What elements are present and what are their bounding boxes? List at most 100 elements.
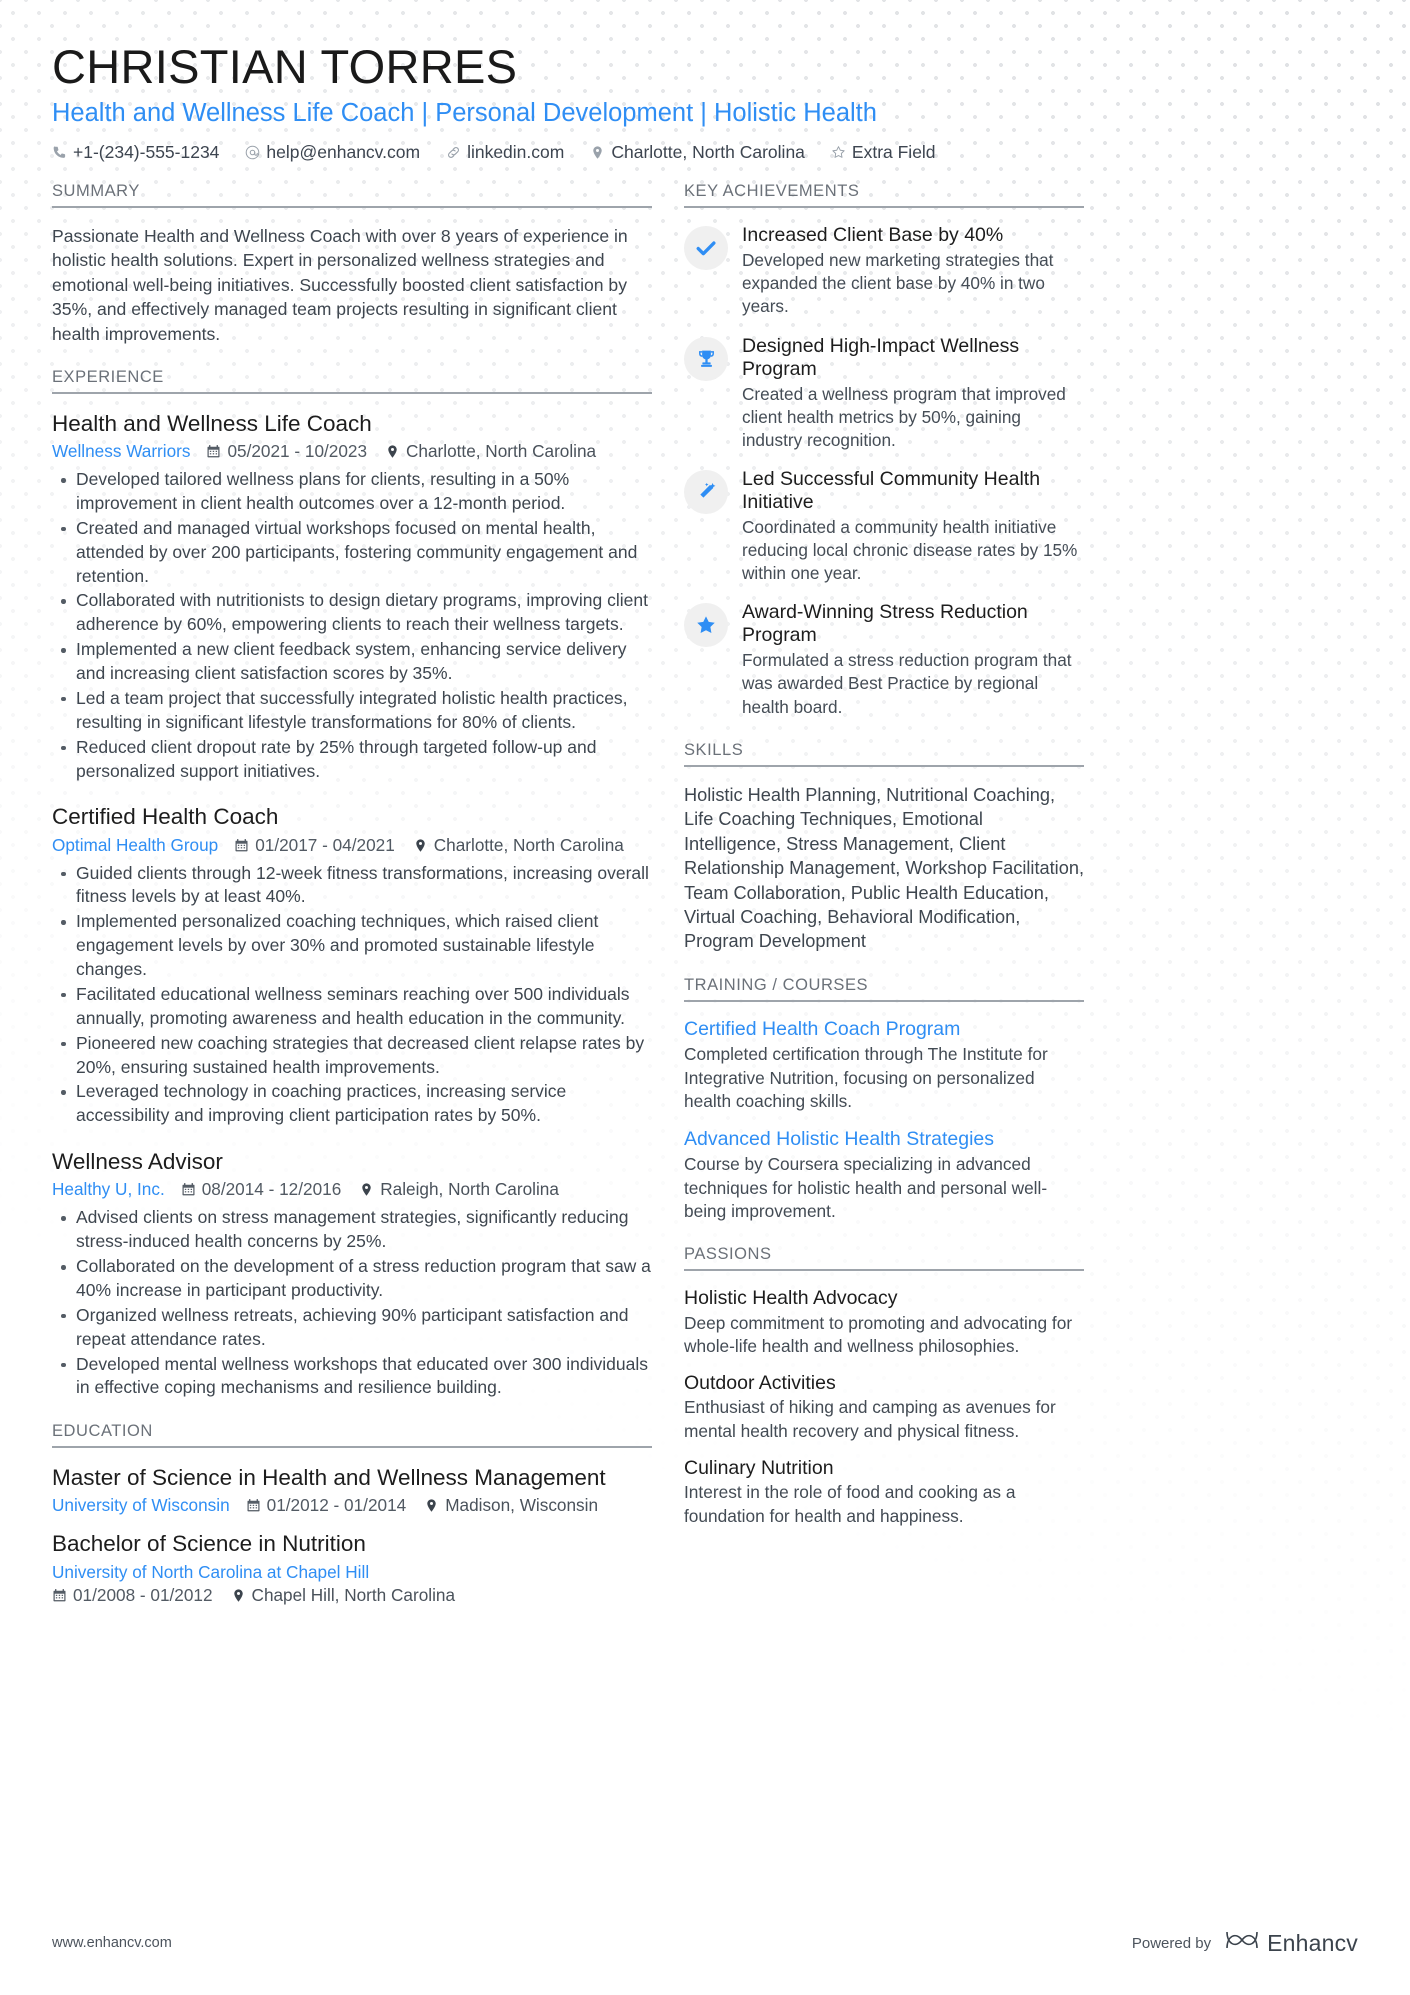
- job-bullet: Organized wellness retreats, achieving 9…: [54, 1304, 652, 1352]
- education-degree: Bachelor of Science in Nutrition: [52, 1531, 366, 1557]
- job-company[interactable]: Healthy U, Inc.: [52, 1179, 165, 1200]
- job-location-text: Charlotte, North Carolina: [406, 441, 597, 462]
- contact-text: +1-(234)-555-1234: [73, 142, 220, 163]
- job-title: Certified Health Coach: [52, 804, 279, 830]
- skills-text: Holistic Health Planning, Nutritional Co…: [684, 784, 1084, 952]
- passion-name: Culinary Nutrition: [684, 1456, 834, 1479]
- calendar-icon: [246, 1498, 261, 1513]
- job-dates: 05/2021 - 10/2023: [206, 441, 367, 462]
- contact-item-email[interactable]: help@enhancv.com: [245, 142, 420, 163]
- experience-section-title: EXPERIENCE: [52, 368, 652, 394]
- job-meta: Wellness Warriors 05/2021 - 10/2023 Charlo…: [52, 441, 652, 462]
- passions-section: PASSIONS Holistic Health Advocacy Deep co…: [684, 1245, 1084, 1528]
- job-bullet-list: Advised clients on stress management str…: [54, 1206, 652, 1400]
- job-bullet: Developed mental wellness workshops that…: [54, 1353, 652, 1401]
- job-bullet: Collaborated with nutritionists to desig…: [54, 589, 652, 637]
- job-bullet: Collaborated on the development of a str…: [54, 1255, 652, 1303]
- passions-section-title: PASSIONS: [684, 1245, 1084, 1272]
- experience-entry: Certified Health Coach Optimal Health Gro…: [52, 803, 652, 1128]
- key-achievements-list: Increased Client Base by 40% Developed ne…: [684, 224, 1084, 719]
- key-achievement-body: Led Successful Community Health Initiati…: [742, 468, 1084, 585]
- education-entry: Bachelor of Science in Nutrition Universi…: [52, 1530, 652, 1605]
- job-dates-text: 05/2021 - 10/2023: [227, 441, 368, 462]
- contact-item-link[interactable]: linkedin.com: [446, 142, 564, 163]
- training-course-description: Course by Coursera specializing in advan…: [684, 1154, 1048, 1221]
- job-location: Charlotte, North Carolina: [385, 441, 596, 462]
- contact-text: help@enhancv.com: [266, 142, 421, 163]
- contact-text: Charlotte, North Carolina: [611, 142, 805, 163]
- calendar-icon: [52, 1588, 67, 1603]
- footer-website-url[interactable]: www.enhancv.com: [52, 1935, 172, 1951]
- training-course-name[interactable]: Certified Health Coach Program: [684, 1018, 1084, 1041]
- key-achievement-item: Award-Winning Stress Reduction Program Fo…: [684, 601, 1084, 718]
- key-achievement-title: Increased Client Base by 40%: [742, 224, 1004, 247]
- key-achievement-description: Created a wellness program that improved…: [742, 383, 1066, 450]
- key-achievements-section: KEY ACHIEVEMENTS Increased Client Base b…: [684, 182, 1084, 719]
- contact-item-star-outline[interactable]: Extra Field: [831, 142, 936, 163]
- powered-by-label: Powered by: [1131, 1934, 1212, 1952]
- education-dates-text: 01/2012 - 01/2014: [266, 1495, 407, 1516]
- contact-item-phone[interactable]: +1-(234)-555-1234: [52, 142, 219, 163]
- education-school[interactable]: University of North Carolina at Chapel H…: [52, 1562, 369, 1583]
- education-school[interactable]: University of Wisconsin: [52, 1495, 230, 1516]
- location-icon: [231, 1588, 246, 1603]
- education-location: Chapel Hill, North Carolina: [231, 1585, 455, 1606]
- training-course-name[interactable]: Advanced Holistic Health Strategies: [684, 1128, 1084, 1151]
- job-bullet: Implemented a new client feedback system…: [54, 638, 652, 686]
- training-courses-section-title: TRAINING / COURSES: [684, 976, 1084, 1002]
- job-bullet: Led a team project that successfully int…: [54, 687, 652, 735]
- two-column-body: SUMMARY Passionate Health and Wellness C…: [52, 182, 1358, 1611]
- job-company[interactable]: Optimal Health Group: [52, 835, 218, 856]
- key-achievement-body: Designed High-Impact Wellness Program Cre…: [742, 335, 1084, 452]
- enhancv-brand-name: Enhancv: [1267, 1929, 1358, 1956]
- key-achievement-title: Award-Winning Stress Reduction Program: [742, 601, 1028, 647]
- key-achievement-title: Led Successful Community Health Initiati…: [742, 467, 1041, 513]
- skills-section: SKILLS Holistic Health Planning, Nutriti…: [684, 741, 1084, 954]
- trophy-icon: [684, 336, 728, 381]
- resume-page: CHRISTIAN TORRES Health and Wellness Lif…: [0, 0, 1410, 1995]
- job-bullet: Guided clients through 12-week fitness t…: [54, 862, 652, 910]
- passions-list: Holistic Health Advocacy Deep commitment …: [684, 1287, 1084, 1528]
- enhancv-brand: Enhancv: [1225, 1929, 1358, 1957]
- job-bullet: Advised clients on stress management str…: [54, 1206, 652, 1254]
- job-bullet: Facilitated educational wellness seminar…: [54, 983, 652, 1031]
- job-location: Charlotte, North Carolina: [413, 835, 624, 856]
- left-column: SUMMARY Passionate Health and Wellness C…: [52, 182, 652, 1611]
- training-courses-section: TRAINING / COURSES Certified Health Coac…: [684, 976, 1084, 1223]
- passion-description: Interest in the role of food and cooking…: [684, 1482, 1016, 1526]
- job-company[interactable]: Wellness Warriors: [52, 441, 190, 462]
- education-location-text: Chapel Hill, North Carolina: [251, 1584, 456, 1605]
- education-meta-row: University of Wisconsin 01/2012 - 01/2014…: [52, 1495, 652, 1516]
- key-achievement-body: Award-Winning Stress Reduction Program Fo…: [742, 601, 1084, 718]
- job-bullet: Implemented personalized coaching techni…: [54, 910, 652, 982]
- training-course-description: Completed certification through The Inst…: [684, 1044, 1048, 1111]
- contact-item-location[interactable]: Charlotte, North Carolina: [590, 142, 805, 163]
- key-achievement-title: Designed High-Impact Wellness Program: [742, 334, 1020, 380]
- job-location: Raleigh, North Carolina: [359, 1179, 559, 1200]
- education-meta-row: 01/2008 - 01/2012 Chapel Hill, North Caro…: [52, 1585, 652, 1606]
- education-degree: Master of Science in Health and Wellness…: [52, 1465, 606, 1491]
- key-achievement-description: Coordinated a community health initiativ…: [742, 516, 1078, 584]
- location-icon: [424, 1498, 439, 1513]
- key-achievement-body: Increased Client Base by 40% Developed ne…: [742, 224, 1084, 318]
- summary-section-title: SUMMARY: [52, 182, 652, 209]
- education-section-title: EDUCATION: [52, 1422, 652, 1449]
- footer-branding: Powered by Enhancv: [1132, 1929, 1358, 1957]
- experience-entry: Wellness Advisor Healthy U, Inc. 08/2014 -…: [52, 1148, 652, 1400]
- location-icon: [385, 444, 400, 459]
- education-location-text: Madison, Wisconsin: [445, 1495, 599, 1516]
- job-dates-text: 01/2017 - 04/2021: [255, 834, 395, 855]
- calendar-icon: [234, 838, 249, 853]
- job-bullet-list: Developed tailored wellness plans for cl…: [54, 468, 652, 783]
- key-achievement-item: Increased Client Base by 40% Developed ne…: [684, 224, 1084, 318]
- job-dates-text: 08/2014 - 12/2016: [201, 1179, 342, 1200]
- right-column: KEY ACHIEVEMENTS Increased Client Base b…: [684, 182, 1084, 1528]
- education-entry: Master of Science in Health and Wellness…: [52, 1464, 652, 1516]
- star-outline-icon: [831, 145, 846, 161]
- passion-name: Holistic Health Advocacy: [684, 1287, 898, 1310]
- magic-wand-icon: [684, 469, 728, 514]
- job-dates: 08/2014 - 12/2016: [181, 1179, 342, 1200]
- star-icon: [684, 603, 728, 648]
- location-icon: [590, 145, 605, 161]
- candidate-name: CHRISTIAN TORRES: [52, 40, 518, 93]
